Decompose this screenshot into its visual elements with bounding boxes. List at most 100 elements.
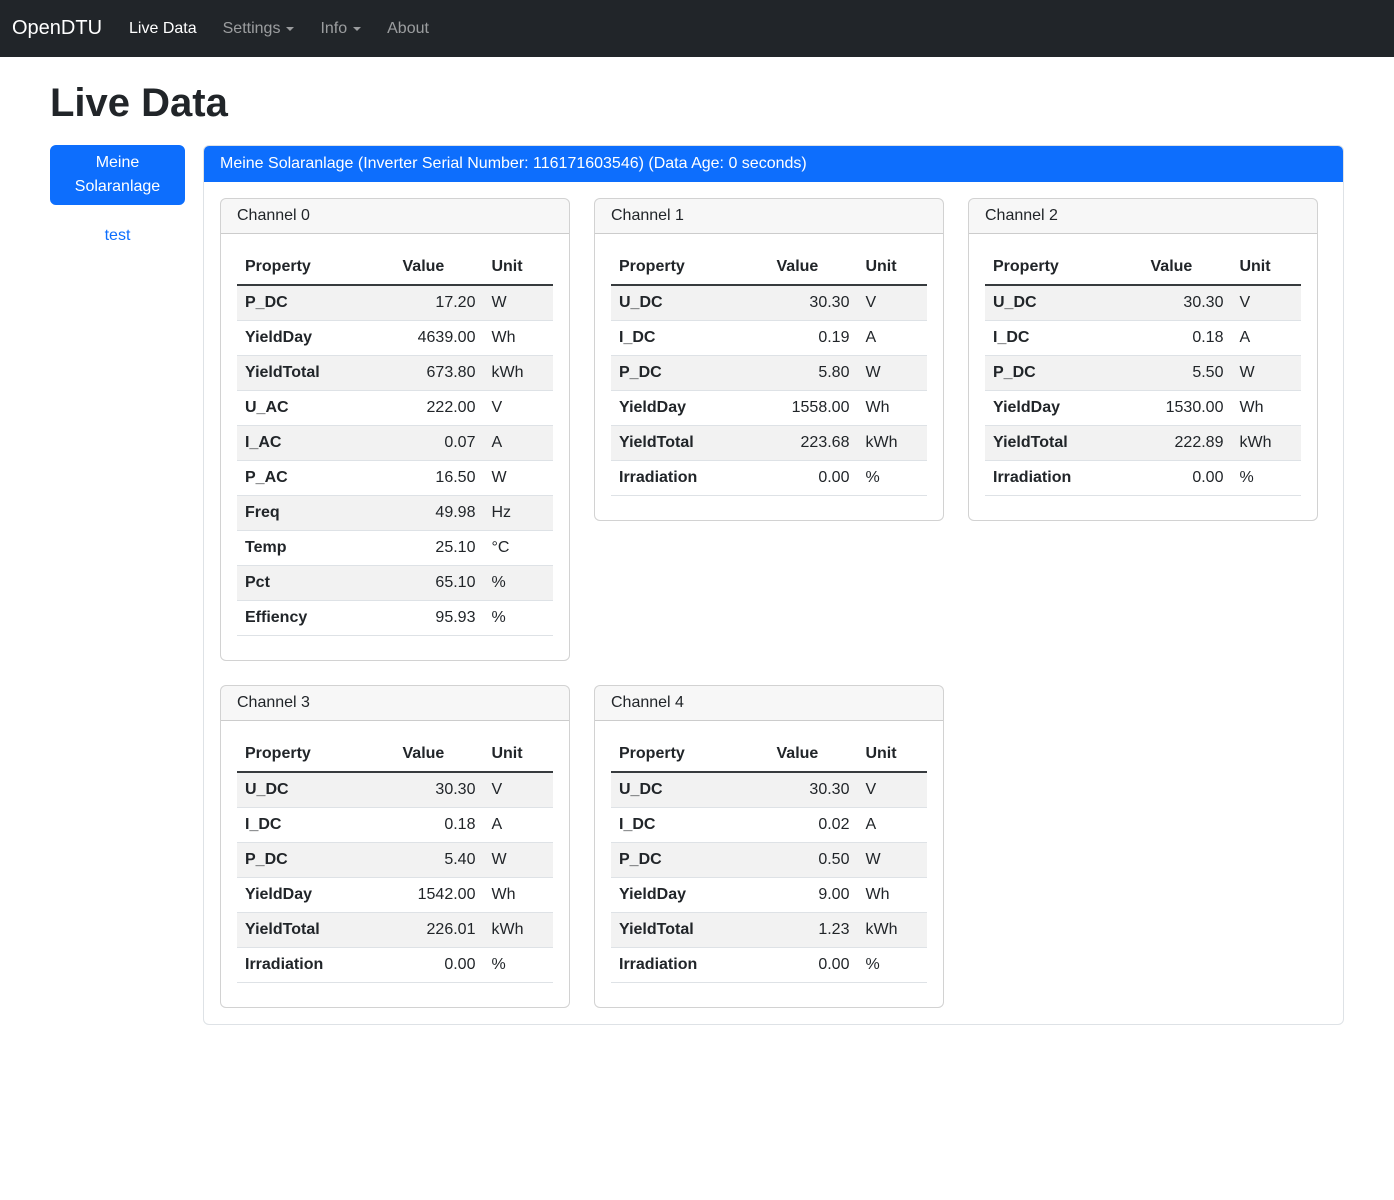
table-row: Pct65.10%: [237, 566, 553, 601]
column-header-property: Property: [237, 737, 363, 772]
value-cell: 673.80: [363, 356, 483, 391]
chevron-down-icon: [286, 27, 294, 31]
unit-cell: V: [483, 391, 553, 426]
table-header-row: PropertyValueUnit: [237, 737, 553, 772]
property-cell: YieldTotal: [985, 426, 1111, 461]
value-cell: 226.01: [363, 913, 483, 948]
table-row: Freq49.98Hz: [237, 496, 553, 531]
table-row: U_AC222.00V: [237, 391, 553, 426]
channel-table: PropertyValueUnitU_DC30.30VI_DC0.18AP_DC…: [237, 737, 553, 983]
table-row: YieldDay4639.00Wh: [237, 321, 553, 356]
unit-cell: %: [857, 948, 927, 983]
nav-about[interactable]: About: [374, 12, 442, 46]
property-cell: I_DC: [985, 321, 1111, 356]
inverter-select-button[interactable]: Meine Solaranlage: [50, 145, 185, 205]
nav-info[interactable]: Info: [307, 12, 374, 46]
unit-cell: Wh: [483, 321, 553, 356]
property-cell: U_AC: [237, 391, 363, 426]
unit-cell: Wh: [1231, 391, 1301, 426]
property-cell: YieldTotal: [237, 913, 363, 948]
value-cell: 95.93: [363, 601, 483, 636]
property-cell: U_DC: [985, 285, 1111, 321]
table-row: Irradiation0.00%: [237, 948, 553, 983]
table-row: P_AC16.50W: [237, 461, 553, 496]
value-cell: 0.18: [1111, 321, 1231, 356]
table-row: P_DC0.50W: [611, 843, 927, 878]
value-cell: 5.50: [1111, 356, 1231, 391]
unit-cell: Wh: [483, 878, 553, 913]
unit-cell: kWh: [483, 913, 553, 948]
channel-card: Channel 3PropertyValueUnitU_DC30.30VI_DC…: [220, 685, 570, 1008]
channel-title: Channel 4: [595, 686, 943, 721]
property-cell: Irradiation: [985, 461, 1111, 496]
unit-cell: A: [483, 808, 553, 843]
property-cell: Irradiation: [611, 461, 737, 496]
unit-cell: Wh: [857, 391, 927, 426]
table-row: YieldTotal223.68kWh: [611, 426, 927, 461]
unit-cell: A: [857, 808, 927, 843]
property-cell: Irradiation: [237, 948, 363, 983]
table-row: P_DC5.50W: [985, 356, 1301, 391]
unit-cell: %: [1231, 461, 1301, 496]
table-row: P_DC5.40W: [237, 843, 553, 878]
nav-settings[interactable]: Settings: [210, 12, 308, 46]
column-header-value: Value: [1111, 250, 1231, 285]
table-row: U_DC30.30V: [611, 285, 927, 321]
nav-live-data[interactable]: Live Data: [116, 12, 210, 46]
unit-cell: V: [857, 772, 927, 808]
value-cell: 222.89: [1111, 426, 1231, 461]
property-cell: Irradiation: [611, 948, 737, 983]
column-header-unit: Unit: [857, 250, 927, 285]
property-cell: YieldDay: [611, 391, 737, 426]
property-cell: P_DC: [237, 843, 363, 878]
table-row: U_DC30.30V: [611, 772, 927, 808]
value-cell: 0.00: [737, 461, 857, 496]
unit-cell: Hz: [483, 496, 553, 531]
property-cell: YieldDay: [611, 878, 737, 913]
property-cell: P_AC: [237, 461, 363, 496]
table-row: I_DC0.02A: [611, 808, 927, 843]
unit-cell: A: [1231, 321, 1301, 356]
channel-title: Channel 0: [221, 199, 569, 234]
nav-info-label: Info: [320, 20, 347, 37]
value-cell: 30.30: [737, 772, 857, 808]
test-link[interactable]: test: [50, 227, 185, 245]
property-cell: YieldTotal: [611, 913, 737, 948]
channel-card: Channel 0 PropertyValueUnitP_DC17.20WYiel…: [220, 198, 570, 661]
table-header-row: PropertyValueUnit: [611, 250, 927, 285]
table-row: Temp25.10°C: [237, 531, 553, 566]
channel-table: PropertyValueUnitP_DC17.20WYieldDay4639.…: [237, 250, 553, 636]
channel-body: PropertyValueUnitU_DC30.30VI_DC0.02AP_DC…: [595, 721, 943, 1007]
table-row: YieldTotal1.23kWh: [611, 913, 927, 948]
unit-cell: %: [483, 601, 553, 636]
table-row: Irradiation0.00%: [611, 948, 927, 983]
value-cell: 5.80: [737, 356, 857, 391]
value-cell: 30.30: [737, 285, 857, 321]
channel-title: Channel 2: [969, 199, 1317, 234]
channel-title: Channel 1: [595, 199, 943, 234]
table-row: I_DC0.18A: [985, 321, 1301, 356]
table-row: Irradiation0.00%: [611, 461, 927, 496]
column-header-property: Property: [611, 737, 737, 772]
navbar-brand[interactable]: OpenDTU: [12, 17, 102, 40]
navbar: OpenDTU Live Data Settings Info About: [0, 0, 1394, 57]
property-cell: Freq: [237, 496, 363, 531]
unit-cell: V: [1231, 285, 1301, 321]
value-cell: 49.98: [363, 496, 483, 531]
property-cell: I_DC: [237, 808, 363, 843]
table-row: YieldDay1542.00Wh: [237, 878, 553, 913]
property-cell: P_DC: [237, 285, 363, 321]
value-cell: 25.10: [363, 531, 483, 566]
property-cell: P_DC: [611, 356, 737, 391]
property-cell: YieldDay: [237, 878, 363, 913]
channel-card: Channel 4PropertyValueUnitU_DC30.30VI_DC…: [594, 685, 944, 1008]
unit-cell: %: [857, 461, 927, 496]
unit-cell: V: [483, 772, 553, 808]
channel-table: PropertyValueUnitU_DC30.30VI_DC0.18AP_DC…: [985, 250, 1301, 496]
table-header-row: PropertyValueUnit: [237, 250, 553, 285]
column-header-unit: Unit: [1231, 250, 1301, 285]
unit-cell: kWh: [857, 913, 927, 948]
channel-body: PropertyValueUnitP_DC17.20WYieldDay4639.…: [221, 234, 569, 660]
unit-cell: W: [857, 843, 927, 878]
value-cell: 0.00: [737, 948, 857, 983]
